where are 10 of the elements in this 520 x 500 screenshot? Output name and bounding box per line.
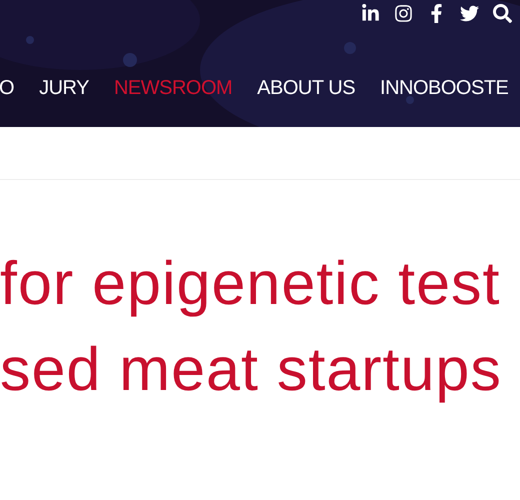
article-title-line: for epigenetic test bbox=[0, 248, 501, 319]
search-icon[interactable] bbox=[493, 4, 512, 23]
twitter-icon[interactable] bbox=[460, 4, 479, 23]
nav-link[interactable]: JURY bbox=[39, 73, 89, 103]
linkedin-icon[interactable] bbox=[361, 4, 380, 23]
article-title-line: sed meat startups bbox=[0, 334, 502, 405]
nav-link[interactable]: ABOUT US bbox=[257, 73, 356, 103]
nav-link[interactable]: INNOBOOSTE bbox=[380, 73, 508, 103]
nav-link[interactable]: O bbox=[0, 73, 14, 103]
instagram-icon[interactable] bbox=[394, 4, 413, 23]
